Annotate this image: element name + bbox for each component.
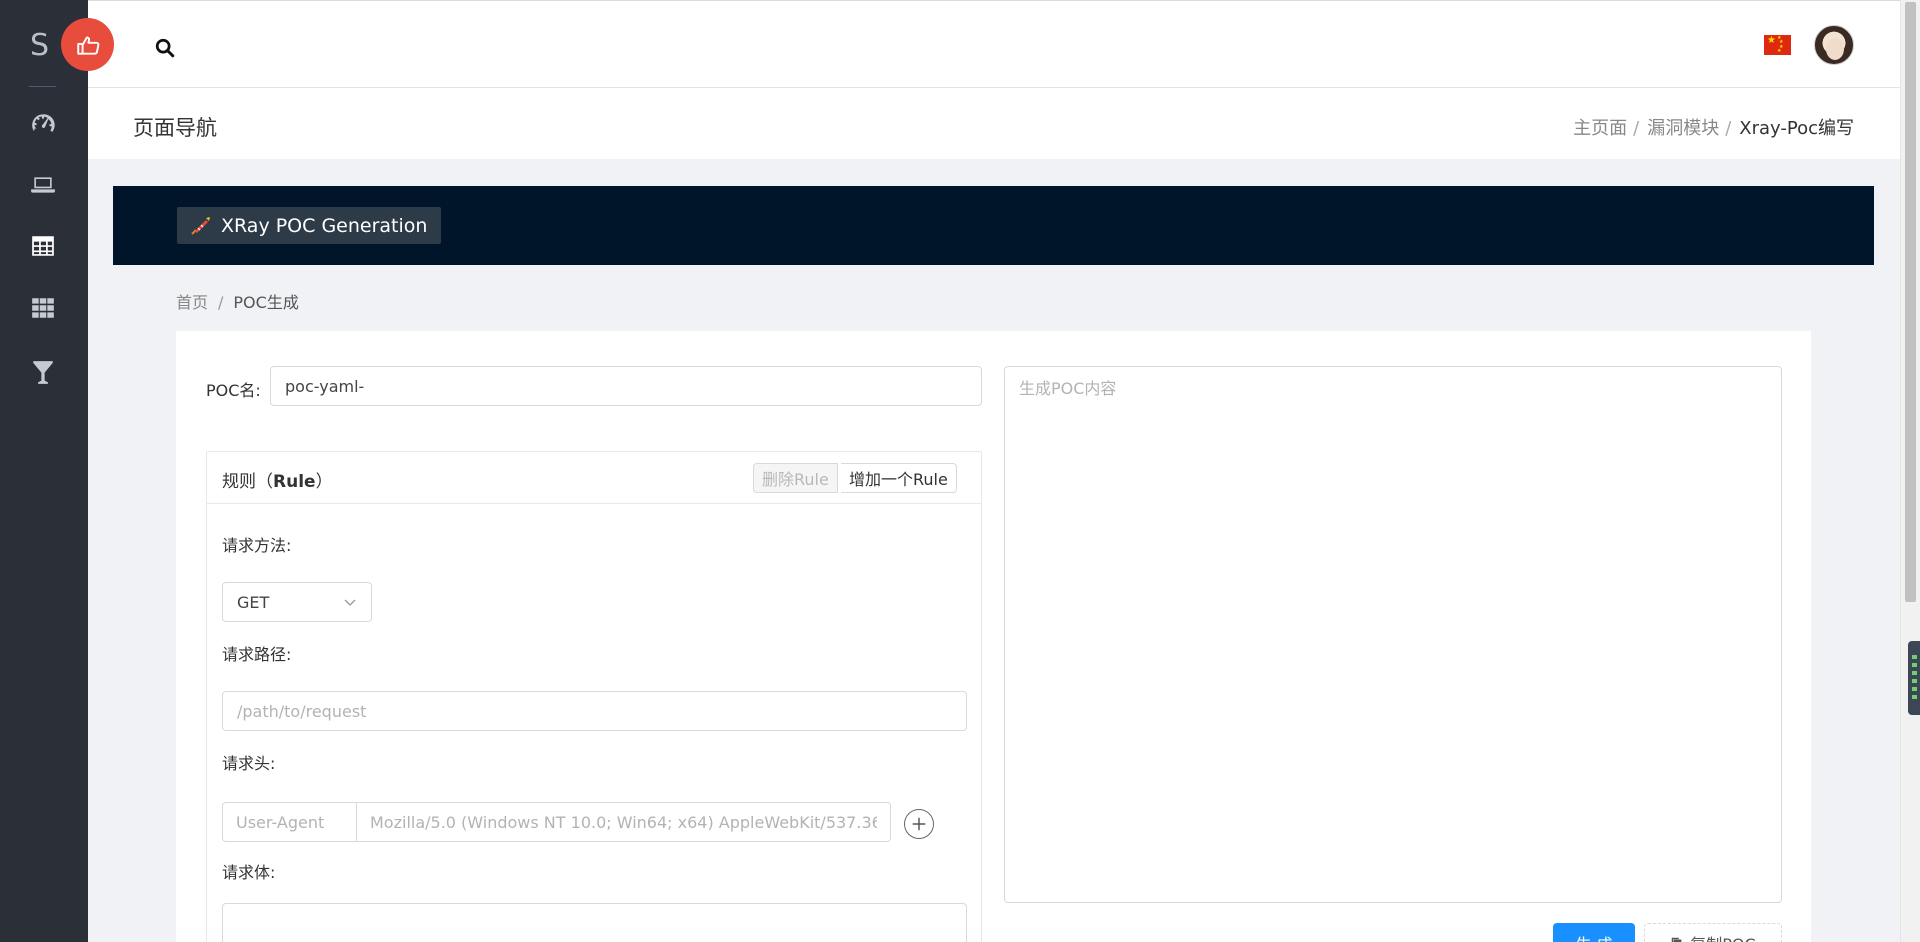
breadcrumb-vuln-module[interactable]: 漏洞模块: [1647, 118, 1719, 139]
header-key-input[interactable]: [222, 802, 357, 842]
poc-name-input[interactable]: [270, 366, 982, 406]
breadcrumb-current: Xray-Poc编写: [1739, 118, 1854, 139]
sub-breadcrumb-current: POC生成: [233, 293, 299, 312]
thumbs-up-icon: [76, 35, 99, 55]
breadcrumb: 主页面 / 漏洞模块 / Xray-Poc编写: [1573, 114, 1854, 140]
banner-title-tag[interactable]: XRay POC Generation: [177, 207, 442, 244]
generate-button[interactable]: 生 成: [1553, 923, 1635, 942]
sidebar-item-grid[interactable]: [28, 293, 58, 323]
add-rule-button[interactable]: 增加一个Rule: [841, 463, 957, 493]
breadcrumb-separator: /: [1725, 118, 1732, 139]
banner: XRay POC Generation: [113, 186, 1874, 265]
top-header: ★ ★ ★ ★ ★: [88, 0, 1900, 88]
scrollbar-thumb[interactable]: [1905, 2, 1916, 602]
breadcrumb-home[interactable]: 主页面: [1573, 118, 1627, 139]
page-title: 页面导航: [133, 116, 217, 140]
banner-title: XRay POC Generation: [221, 214, 428, 237]
copy-icon: [1672, 937, 1682, 942]
method-label: 请求方法:: [222, 536, 292, 555]
side-widget[interactable]: [1908, 641, 1920, 715]
header-input-group: [222, 802, 891, 842]
copy-poc-label: 复制POC: [1690, 931, 1755, 942]
path-label: 请求路径:: [222, 645, 292, 664]
header-label: 请求头:: [222, 754, 276, 773]
method-select-value: GET: [237, 592, 270, 612]
thumbs-up-button[interactable]: [61, 18, 114, 71]
page-navigation-bar: 页面导航 主页面 / 漏洞模块 / Xray-Poc编写: [88, 88, 1900, 159]
poc-output-textarea[interactable]: [1004, 366, 1782, 903]
rule-panel: 规则（Rule） 删除Rule 增加一个Rule 请求方法: GET 请求路径:…: [206, 451, 982, 942]
sidebar-logo[interactable]: S: [30, 28, 49, 63]
sub-breadcrumb-home[interactable]: 首页: [176, 293, 208, 312]
avatar[interactable]: [1814, 25, 1854, 65]
chevron-down-icon: [344, 599, 356, 606]
china-flag-icon[interactable]: ★ ★ ★ ★ ★: [1764, 35, 1791, 55]
rule-panel-title: 规则（Rule）: [222, 472, 333, 492]
laptop-icon: [31, 177, 55, 193]
poc-name-label: POC名:: [206, 381, 261, 400]
add-header-button[interactable]: [904, 809, 934, 839]
sidebar-item-filter[interactable]: [28, 357, 58, 387]
sidebar-divider: [29, 86, 56, 87]
filter-icon: [33, 361, 53, 384]
copy-poc-button[interactable]: 复制POC: [1644, 923, 1782, 942]
plus-icon: [912, 817, 926, 831]
path-input[interactable]: [222, 691, 967, 731]
poc-form-card: POC名: 规则（Rule） 删除Rule 增加一个Rule 请求方法: GET…: [176, 331, 1811, 942]
dashboard-icon: [32, 114, 55, 132]
body-textarea[interactable]: [222, 903, 967, 942]
candy-icon: [191, 216, 210, 235]
breadcrumb-separator: /: [218, 293, 224, 312]
grid-icon: [32, 298, 54, 318]
sidebar-item-dashboard[interactable]: [28, 108, 58, 138]
method-select[interactable]: GET: [222, 582, 372, 622]
rule-panel-header: 规则（Rule） 删除Rule 增加一个Rule: [207, 452, 981, 504]
breadcrumb-separator: /: [1633, 118, 1640, 139]
header-value-input[interactable]: [357, 802, 891, 842]
delete-rule-button[interactable]: 删除Rule: [753, 463, 838, 493]
sidebar-item-laptop[interactable]: [28, 170, 58, 200]
vertical-scrollbar[interactable]: [1900, 0, 1920, 942]
search-icon[interactable]: [154, 37, 176, 59]
sidebar: S: [0, 0, 88, 942]
sidebar-item-table[interactable]: [28, 231, 58, 261]
body-label: 请求体:: [222, 863, 276, 882]
sub-breadcrumb: 首页 / POC生成: [176, 289, 299, 313]
table-icon: [32, 236, 54, 256]
